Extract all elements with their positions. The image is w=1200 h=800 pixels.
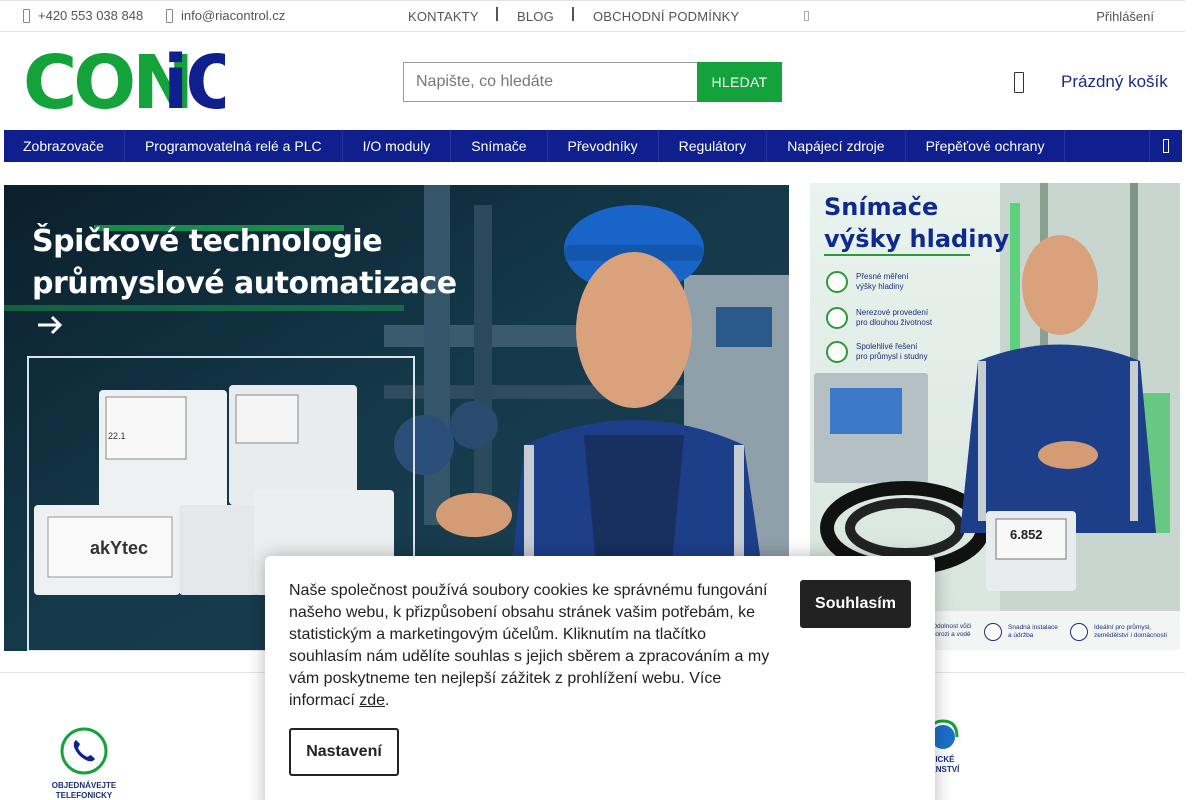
display-readout: 6.852 bbox=[1010, 527, 1043, 542]
device-readout: 22.1 bbox=[108, 431, 126, 441]
main-banner-line2: průmyslové automatizace bbox=[32, 266, 457, 301]
bottom-feature-text: zemědělství i domácnosti bbox=[1094, 632, 1167, 639]
cookie-consent-dialog: Naše společnost používá soubory cookies … bbox=[265, 556, 935, 800]
link-obchodni-podminky[interactable]: OBCHODNÍ PODMÍNKY bbox=[593, 9, 739, 24]
email-address[interactable]: info@riacontrol.cz bbox=[181, 8, 285, 23]
menu-icon bbox=[1163, 139, 1169, 153]
phone-contact[interactable]: +420 553 038 848 bbox=[23, 8, 143, 23]
bottom-feature: Odolnost vůči korozi a vodě bbox=[932, 623, 971, 639]
feature-item: Přesné měření výšky hladiny bbox=[826, 271, 908, 293]
dropdown-icon[interactable] bbox=[804, 11, 809, 21]
feature-text: pro dlouhou životnost bbox=[856, 318, 933, 327]
menu-toggle[interactable] bbox=[1149, 130, 1182, 162]
cookie-more-info-link[interactable]: zde bbox=[359, 692, 385, 709]
phone-icon bbox=[23, 8, 30, 23]
site-logo[interactable]: CON iO bbox=[23, 50, 225, 112]
search-button[interactable]: HLEDAT bbox=[697, 62, 782, 102]
nav-item-regulatory[interactable]: Regulátory bbox=[659, 130, 768, 162]
cookie-message-end: . bbox=[385, 692, 390, 709]
shield-icon bbox=[826, 307, 848, 329]
benefit-phone-order[interactable]: OBJEDNÁVEJTE TELEFONICKY bbox=[48, 725, 120, 800]
divider bbox=[572, 7, 574, 21]
nav-item-io-moduly[interactable]: I/O moduly bbox=[343, 130, 452, 162]
login-link[interactable]: Přihlášení bbox=[1096, 9, 1154, 24]
email-icon bbox=[166, 8, 173, 23]
main-navigation: Zobrazovače Programovatelná relé a PLC I… bbox=[4, 130, 1182, 162]
feature-text: pro průmysl i studny bbox=[856, 352, 928, 361]
link-blog[interactable]: BLOG bbox=[517, 9, 554, 24]
side-banner-title: Snímače výšky hladiny bbox=[824, 191, 1009, 255]
bottom-feature-text: korozi a vodě bbox=[932, 631, 971, 638]
device-brand: akYtec bbox=[90, 538, 149, 558]
main-banner-line1: Špičkové technologie bbox=[32, 224, 383, 259]
cookie-text: Naše společnost používá soubory cookies … bbox=[289, 580, 779, 712]
feature-text: Spolehlivé řešení bbox=[856, 342, 918, 351]
gear-icon bbox=[984, 623, 1002, 641]
bottom-feature: Ideální pro průmysl, zemědělství i domácn… bbox=[1070, 623, 1167, 641]
bottom-feature-text: Ideální pro průmysl, bbox=[1094, 624, 1152, 631]
gauge-icon bbox=[826, 271, 848, 293]
feature-text: výšky hladiny bbox=[856, 282, 904, 291]
cart-icon[interactable] bbox=[1014, 72, 1024, 93]
nav-item-programovatelna-rele[interactable]: Programovatelná relé a PLC bbox=[125, 130, 343, 162]
divider bbox=[496, 7, 498, 21]
conio-logo-icon: CON iO bbox=[23, 50, 225, 112]
side-banner-line2: výšky hladiny bbox=[824, 225, 1010, 253]
cookie-settings-button[interactable]: Nastavení bbox=[289, 728, 399, 776]
benefit-label: TELEFONICKY bbox=[55, 791, 113, 800]
tools-icon bbox=[826, 341, 848, 363]
email-contact[interactable]: info@riacontrol.cz bbox=[166, 8, 285, 23]
phone-number[interactable]: +420 553 038 848 bbox=[38, 8, 143, 23]
benefit-label: OBJEDNÁVEJTE bbox=[51, 781, 117, 790]
nav-item-snimace[interactable]: Snímače bbox=[451, 130, 548, 162]
logo-text-blue: iO bbox=[163, 50, 225, 112]
nav-item-napajeci-zdroje[interactable]: Napájecí zdroje bbox=[767, 130, 906, 162]
feature-text: Nerezové provedení bbox=[856, 308, 929, 317]
bottom-feature-text: Odolnost vůči bbox=[932, 623, 972, 630]
main-banner-title: Špičkové technologie průmyslové automati… bbox=[32, 221, 457, 305]
side-banner-line1: Snímače bbox=[824, 193, 939, 221]
feature-item: Nerezové provedení pro dlouhou životnost bbox=[826, 307, 932, 329]
bottom-feature-text: a údržba bbox=[1008, 632, 1034, 639]
nav-item-prepetove-ochrany[interactable]: Přepěťové ochrany bbox=[906, 130, 1066, 162]
feature-text: Přesné měření bbox=[856, 272, 909, 281]
link-kontakty[interactable]: KONTAKTY bbox=[408, 9, 479, 24]
nav-item-prevodniky[interactable]: Převodníky bbox=[548, 130, 659, 162]
top-bar: +420 553 038 848 info@riacontrol.cz KONT… bbox=[0, 0, 1185, 32]
cookie-message: Naše společnost používá soubory cookies … bbox=[289, 582, 770, 709]
bottom-feature: Snadná instalace a údržba bbox=[984, 623, 1058, 641]
chart-icon bbox=[1070, 623, 1088, 641]
cookie-agree-button[interactable]: Souhlasím bbox=[800, 580, 911, 628]
phone-circle-icon bbox=[60, 727, 108, 775]
search-input[interactable]: Napište, co hledáte bbox=[403, 62, 697, 102]
feature-item: Spolehlivé řešení pro průmysl i studny bbox=[826, 341, 928, 363]
cart-link[interactable]: Prázdný košík bbox=[1061, 72, 1168, 92]
nav-item-zobrazovace[interactable]: Zobrazovače bbox=[4, 130, 125, 162]
bottom-feature-text: Snadná instalace bbox=[1008, 624, 1058, 631]
